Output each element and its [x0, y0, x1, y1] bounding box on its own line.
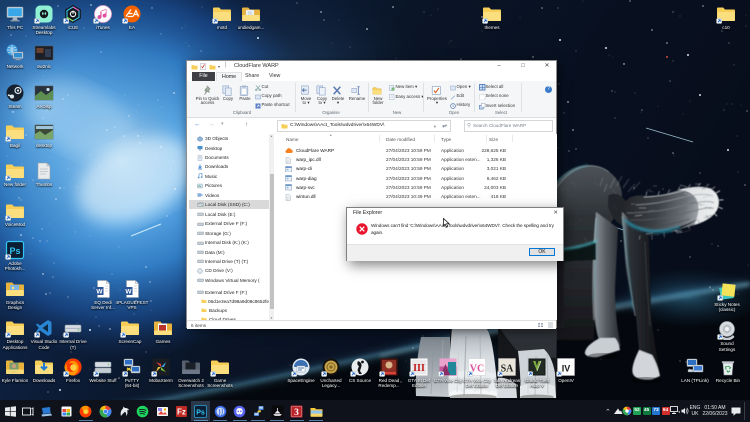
- svg-text:3: 3: [294, 408, 299, 418]
- svg-text:Fz: Fz: [177, 407, 186, 416]
- svg-text:Ps: Ps: [9, 246, 20, 256]
- svg-text:Ps: Ps: [196, 409, 205, 416]
- svg-text:IV: IV: [562, 364, 571, 374]
- svg-text:W: W: [96, 289, 103, 296]
- svg-text:W: W: [125, 289, 132, 296]
- svg-text:III: III: [413, 363, 425, 374]
